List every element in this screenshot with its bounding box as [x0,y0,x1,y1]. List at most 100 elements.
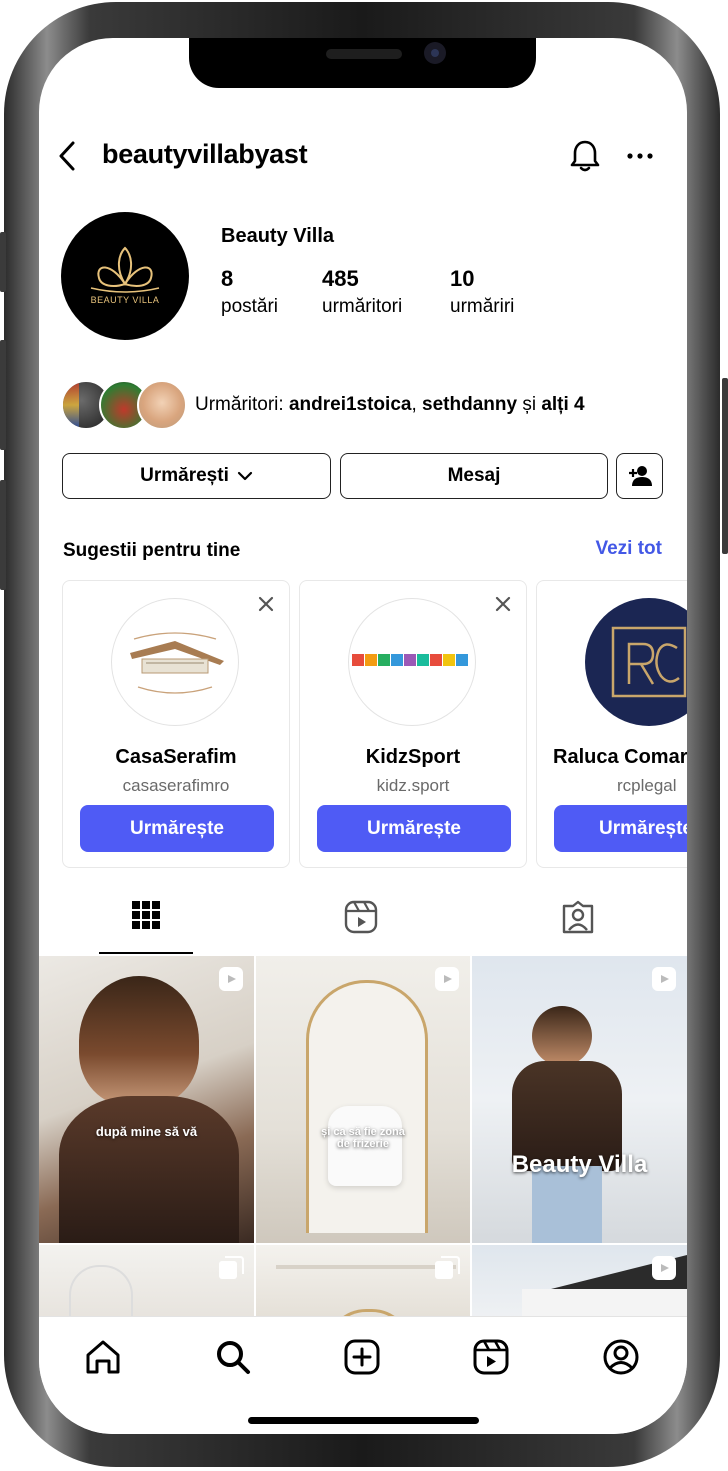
back-button[interactable] [53,138,83,174]
follower-name-link[interactable]: andrei1stoica [289,394,412,415]
mutual-followers-avatars[interactable] [61,380,187,430]
tab-tagged[interactable] [531,900,625,954]
stat-followers[interactable]: 485 urmăritori [322,266,402,318]
nav-search[interactable] [213,1337,253,1377]
suggestion-avatar[interactable] [111,598,239,726]
kidz-sport-logo-icon [352,654,468,666]
tagged-person-icon [562,900,594,934]
reels-icon [473,1339,509,1375]
front-camera [424,42,446,64]
search-icon [217,1341,250,1374]
speaker [326,49,402,59]
suggest-people-button[interactable] [616,453,663,499]
profile-avatar[interactable]: BEAUTY VILLA [61,212,189,340]
suggestion-avatar[interactable] [585,598,687,726]
active-tab-indicator [99,952,193,954]
rcp-legal-logo-icon [611,626,687,698]
stat-posts-label: postări [221,296,279,317]
follower-avatar [137,380,187,430]
post-caption: Beauty Villa [511,1151,648,1178]
stat-following-value: 10 [450,266,475,291]
followers-separator: , [411,394,423,415]
stat-followers-value: 485 [322,266,359,291]
nav-create[interactable] [342,1337,382,1377]
nav-home[interactable] [83,1337,123,1377]
chevron-left-icon [59,141,75,171]
casa-serafim-logo-icon [130,632,224,694]
power-button [722,378,728,554]
followers-others-link[interactable]: alți 4 [541,394,584,415]
followers-conjunction: și [517,394,542,415]
post-caption: după mine să vă [95,1124,198,1139]
reel-icon [652,1256,676,1280]
suggestion-handle: casaserafimro [122,776,230,795]
add-person-icon [628,466,652,486]
post-tile[interactable]: după mine să vă [39,956,254,1243]
stat-followers-label: urmăritori [322,296,403,317]
follow-button[interactable]: Urmărește [80,805,274,852]
following-button-label: Urmărești [140,465,229,486]
suggestions-title: Sugestii pentru tine [63,540,241,561]
post-tile[interactable] [472,1245,687,1325]
post-caption: și ca să fie zona de frizerie [321,1126,405,1150]
more-options-button[interactable] [625,144,655,168]
more-dots-icon [627,153,653,159]
screen: beautyvillabyast BEAUTY VILLA Beauty Vil… [39,38,687,1434]
mutual-followers-text[interactable]: Urmăritori: andrei1stoica, sethdanny și … [195,394,585,416]
profile-icon [603,1339,639,1375]
post-tile[interactable]: Beauty Villa [472,956,687,1243]
post-tile[interactable] [256,1245,470,1325]
post-tile[interactable]: și ca să fie zona de frizerie [256,956,470,1243]
suggestion-handle: kidz.sport [376,776,450,795]
profile-username: beautyvillabyast [102,139,308,169]
follower-name-link[interactable]: sethdanny [422,394,517,415]
suggestion-avatar[interactable] [348,598,476,726]
display-name: Beauty Villa [221,225,335,247]
grid-icon [132,901,160,929]
carousel-icon [435,1256,460,1279]
add-post-icon [344,1339,380,1375]
follow-button[interactable]: Urmărește [317,805,511,852]
volume-down-button [0,480,6,590]
suggestion-card[interactable]: CasaSerafim casaserafimro Urmărește [62,580,290,868]
suggestion-name: Raluca Comar [553,746,687,768]
followers-prefix: Urmăritori: [195,394,289,415]
see-all-link[interactable]: Vezi tot [595,538,662,560]
volume-up-button [0,340,6,450]
chevron-down-icon [237,471,252,481]
stat-posts[interactable]: 8 postări [221,266,278,318]
post-photo-rail [276,1265,456,1269]
notch [189,38,536,88]
stat-following[interactable]: 10 urmăriri [450,266,514,318]
tab-reels[interactable] [314,900,408,954]
mute-switch [0,232,6,292]
home-indicator [248,1417,479,1424]
follow-button[interactable]: Urmărește [554,805,687,852]
post-photo-person [532,1006,592,1066]
following-dropdown-button[interactable]: Urmărești [62,453,331,499]
carousel-icon [219,1256,244,1279]
suggestion-handle: rcplegal [617,776,677,795]
nav-profile[interactable] [601,1337,641,1377]
dismiss-button[interactable] [494,595,512,613]
close-icon [258,596,274,612]
dismiss-button[interactable] [257,595,275,613]
reels-icon [344,900,378,934]
notifications-button[interactable] [568,138,602,174]
nav-reels[interactable] [471,1337,511,1377]
message-button[interactable]: Mesaj [340,453,608,499]
post-tile[interactable] [39,1245,254,1325]
reel-icon [435,967,459,991]
bell-icon [570,140,600,172]
suggestion-card[interactable]: KidzSport kidz.sport Urmărește [299,580,527,868]
beauty-villa-logo-icon [90,246,160,293]
avatar-logo-text: BEAUTY VILLA [90,295,160,305]
reel-icon [219,967,243,991]
stat-following-label: urmăriri [450,296,515,317]
suggestion-card[interactable]: Raluca Comar rcplegal Urmărește [536,580,687,868]
stat-posts-value: 8 [221,266,234,291]
tab-posts-grid[interactable] [99,900,193,954]
home-icon [86,1340,120,1374]
suggestion-name: CasaSerafim [115,746,237,768]
message-button-label: Mesaj [447,465,501,486]
